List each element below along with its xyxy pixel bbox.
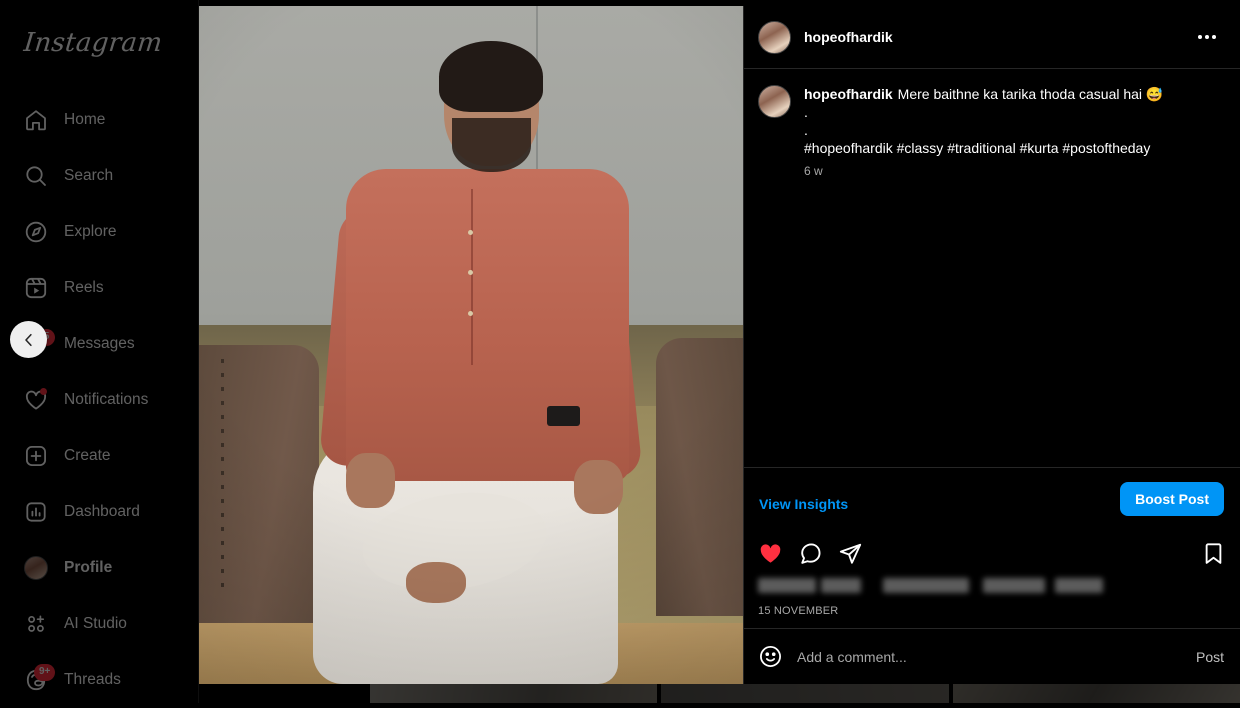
post-actions-row: [744, 529, 1240, 578]
caption-line-1: Mere baithne ka tarika thoda casual hai …: [898, 86, 1164, 102]
post-detail-modal: hopeofhardik hopeofhardik Mere baithne ka…: [199, 6, 1240, 684]
post-likes-row: 15 November: [744, 578, 1240, 617]
caption-line-3: .: [804, 122, 808, 138]
caption-username[interactable]: hopeofhardik: [804, 86, 893, 102]
sidebar-collapse-button[interactable]: [10, 321, 47, 358]
more-options-icon[interactable]: [1190, 27, 1224, 47]
emoji-icon[interactable]: [758, 644, 783, 669]
post-header: hopeofhardik: [744, 6, 1240, 69]
post-author-username[interactable]: hopeofhardik: [804, 29, 893, 45]
bookmark-icon[interactable]: [1201, 541, 1226, 566]
chevron-left-icon: [20, 331, 38, 349]
avatar[interactable]: [758, 85, 791, 118]
post-photo: [199, 6, 743, 684]
post-caption: hopeofhardik Mere baithne ka tarika thoda…: [804, 85, 1224, 157]
share-icon[interactable]: [838, 541, 863, 566]
post-comment-button[interactable]: Post: [1196, 649, 1224, 665]
avatar[interactable]: [758, 21, 791, 54]
comment-composer: Post: [744, 628, 1240, 684]
post-info-pane: hopeofhardik hopeofhardik Mere baithne ka…: [743, 6, 1240, 684]
comment-input[interactable]: [797, 649, 1182, 665]
post-date: 15 November: [758, 605, 1226, 617]
caption-timestamp: 6 w: [804, 164, 1224, 178]
post-media[interactable]: [199, 6, 743, 684]
view-insights-tooltip: View Insights: [744, 477, 866, 531]
comment-icon[interactable]: [798, 541, 823, 566]
view-insights-button[interactable]: View Insights: [759, 496, 848, 512]
heart-filled-icon[interactable]: [758, 541, 783, 566]
boost-post-button[interactable]: Boost Post: [1120, 482, 1224, 516]
insights-row: View Insights Boost Post: [744, 467, 1240, 529]
hidden-likes-text: [758, 578, 1226, 593]
caption-hashtags[interactable]: #hopeofhardik #classy #traditional #kurt…: [804, 140, 1150, 156]
post-caption-area: hopeofhardik Mere baithne ka tarika thoda…: [744, 69, 1240, 467]
caption-line-2: .: [804, 104, 808, 120]
